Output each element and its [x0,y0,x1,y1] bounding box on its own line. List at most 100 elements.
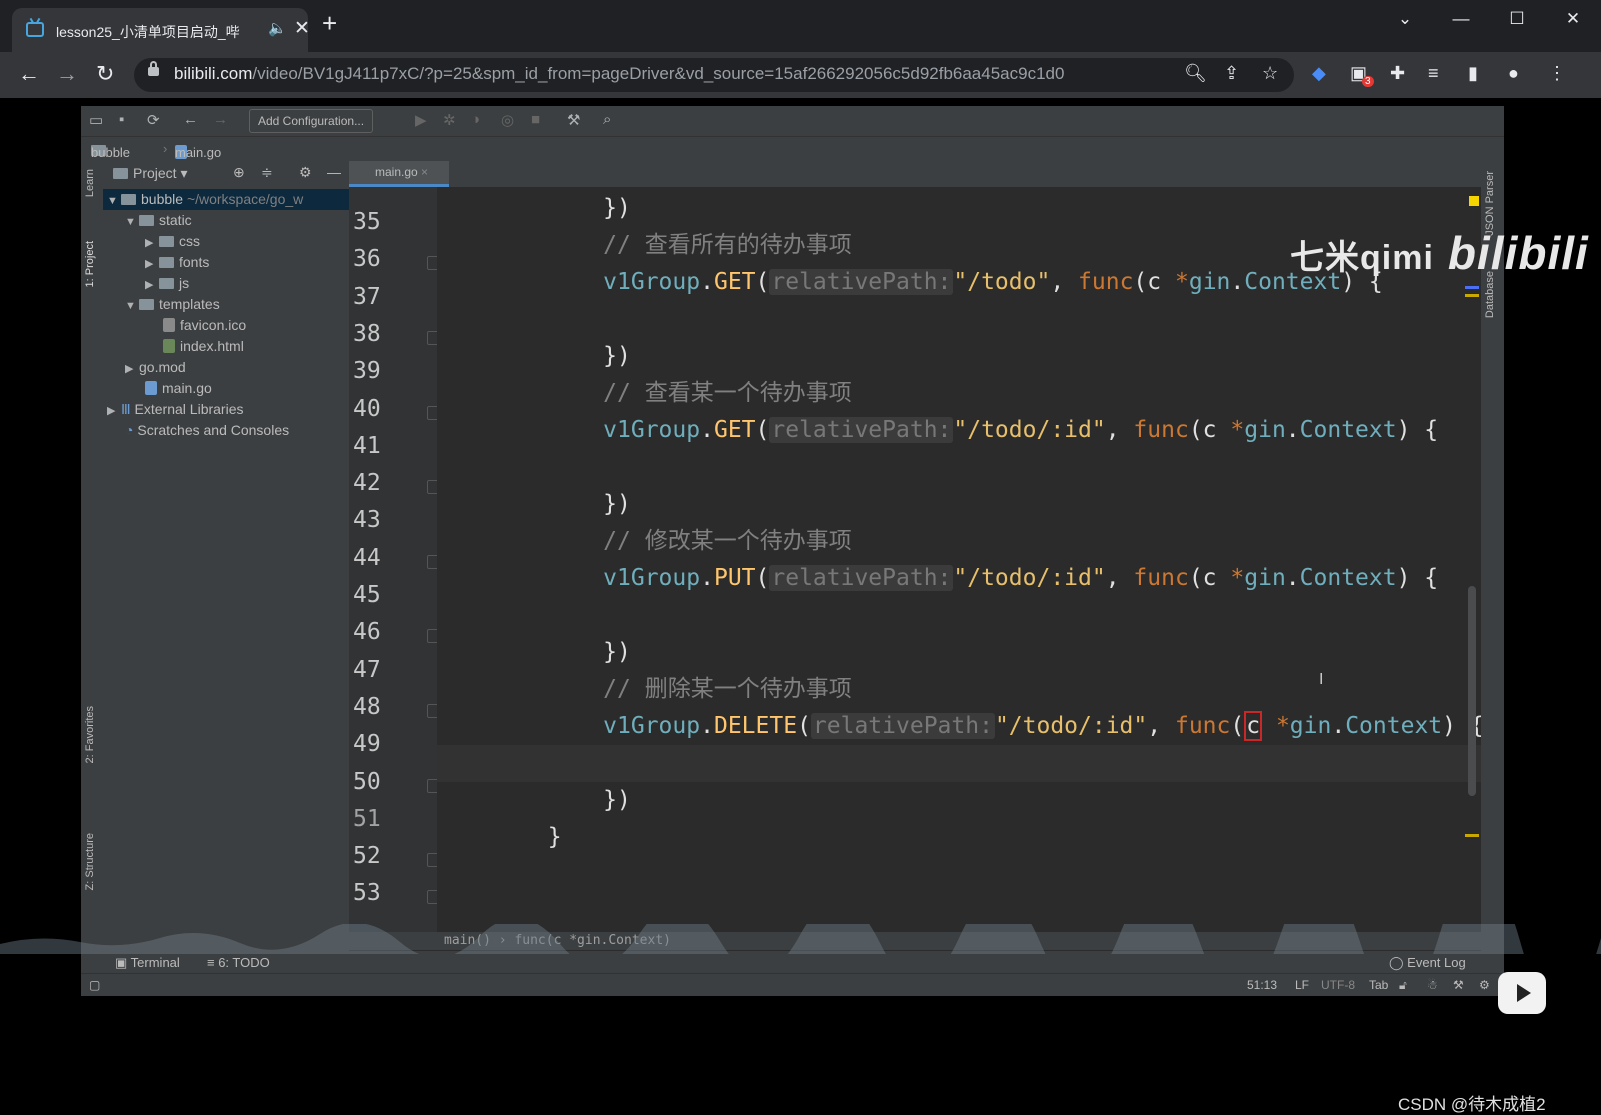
speaker-icon[interactable]: 🔈 [268,19,287,37]
wrench-icon[interactable]: ⚒ [567,111,580,129]
uploader-watermark: 七米qimi bilibili [1290,227,1589,279]
hide-panel-icon[interactable]: — [327,164,341,180]
tree-item-fonts[interactable]: ▶ fonts [103,252,209,273]
code-line: }) [603,787,631,813]
new-tab-button[interactable]: + [322,10,337,36]
line-separator[interactable]: LF [1295,978,1309,992]
tool-favorites[interactable]: 2: Favorites [84,706,96,763]
bookmark-star-icon[interactable]: ☆ [1262,63,1278,84]
tool-project[interactable]: 1: Project [84,241,96,287]
stop-icon[interactable]: ■ [531,111,540,128]
memory-indicator-icon[interactable]: ⚙ [1479,978,1490,992]
browser-toolbar: ← → ↻ bilibili.com/video/BV1gJ411p7xC/?p… [0,52,1601,98]
bilibili-tv-play-icon[interactable] [1498,972,1546,1014]
profile-avatar-icon[interactable]: ● [1508,63,1519,84]
side-panel-icon[interactable]: ▮ [1468,63,1478,84]
tab-search-icon[interactable]: ⌄ [1377,0,1433,40]
editor-scrollbar[interactable] [1468,586,1476,796]
tree-item-main-go[interactable]: main.go [103,378,212,399]
media-list-icon[interactable]: ≡ [1428,63,1439,84]
line-number: 41 [353,432,381,459]
tree-item-static[interactable]: ▼ static [103,210,192,231]
settings-wrench-icon[interactable]: ⚒ [1453,978,1464,992]
tree-item-css[interactable]: ▶ css [103,231,200,252]
folder-icon [159,236,174,247]
tree-item-bubble[interactable]: ▼ bubble ~/workspace/go_w [103,189,353,210]
tree-item-js[interactable]: ▶ js [103,273,189,294]
tree-item-scratches[interactable]: ◔ Scratches and Consoles [103,420,289,441]
search-icon[interactable]: ⌕ [603,111,611,128]
terminal-tab[interactable]: ▣ Terminal [115,955,180,971]
extensions-puzzle-icon[interactable]: ✚ [1390,63,1405,84]
line-number: 44 [353,544,381,571]
expanded-arrow-icon: ▼ [125,300,136,312]
coverage-icon[interactable]: ◑ [471,111,480,128]
folder-icon [139,215,154,226]
line-number: 46 [353,619,381,646]
close-tab-icon[interactable]: ✕ [294,17,310,40]
breadcrumb: bubble › main.go [81,137,1504,161]
run-icon[interactable]: ▶ [415,111,427,129]
editor-tab-main-go[interactable]: main.go × [349,161,449,187]
collapse-all-icon[interactable]: ≑ [261,164,273,181]
back-icon[interactable]: ← [18,61,40,87]
file-encoding[interactable]: UTF-8 [1321,978,1355,992]
line-number: 43 [353,507,381,534]
ide-toolbar: ▭ ▪ ⟳ ← → Add Configuration... ▶ ✲ ◑ ◎ ■… [81,106,1504,137]
close-window-button[interactable]: ✕ [1545,0,1601,40]
tool-structure[interactable]: Z: Structure [84,833,96,890]
code-line: v1Group.GET(relativePath:"/todo/:id", fu… [603,417,1439,443]
forward-icon[interactable]: → [56,61,78,87]
extension-badge: 3 [1362,76,1374,87]
bottom-tool-bar: ▣ Terminal ≡ 6: TODO ◯ Event Log [81,951,1504,973]
address-bar[interactable]: bilibili.com/video/BV1gJ411p7xC/?p=25&sp… [134,58,1294,92]
close-tab-icon[interactable]: × [421,165,428,179]
scroll-mark [1465,834,1479,837]
project-panel: Project ▾ ⊕ ≑ ⚙ — ▼ bubble ~/workspace/go… [103,161,353,971]
locate-icon[interactable]: ⊕ [233,164,245,181]
settings-gear-icon[interactable]: ⚙ [299,164,312,181]
nav-back-icon[interactable]: ← [183,111,198,128]
toggle-tool-windows-icon[interactable]: ▢ [89,978,100,992]
expanded-arrow-icon: ▼ [107,195,118,207]
tree-item-index-html[interactable]: index.html [103,336,244,357]
code-line: }) [603,639,631,665]
video-player[interactable]: ▭ ▪ ⟳ ← → Add Configuration... ▶ ✲ ◑ ◎ ■… [0,98,1601,1114]
profile-icon[interactable]: ◎ [501,111,514,129]
bilibili-favicon-icon [26,22,44,37]
zoom-icon[interactable]: 🔍︎ [1184,63,1207,84]
share-icon[interactable]: ⇪ [1224,63,1239,84]
inspection-status-marker[interactable] [1469,196,1479,206]
tree-item-templates[interactable]: ▼ templates [103,294,220,315]
caret-position[interactable]: 51:13 [1247,978,1277,992]
lock-icon[interactable] [148,61,159,76]
sync-icon[interactable]: ⟳ [147,111,160,129]
tree-item-go-mod[interactable]: ▶ go.mod [103,357,186,378]
lock-icon[interactable]: 🔓︎ [1399,978,1407,993]
browser-tab[interactable]: lesson25_小清单项目启动_哔 🔈 ✕ [12,8,310,52]
event-log-tab[interactable]: ◯ Event Log [1389,955,1466,971]
minimize-button[interactable]: — [1433,0,1489,40]
open-folder-icon[interactable]: ▭ [89,111,103,129]
tree-item-external-libraries[interactable]: ▶ Ⅲ External Libraries [103,399,243,420]
add-configuration-button[interactable]: Add Configuration... [249,109,374,133]
debug-icon[interactable]: ✲ [443,111,456,129]
maximize-button[interactable]: ☐ [1489,0,1545,40]
tree-item-favicon[interactable]: favicon.ico [103,315,246,336]
project-view-selector[interactable]: Project ▾ [113,165,188,182]
line-number: 39 [353,358,381,385]
tool-learn[interactable]: Learn [84,169,96,197]
indent-setting[interactable]: Tab [1369,978,1388,992]
nav-forward-icon[interactable]: → [213,111,228,128]
list-icon: ≡ [207,955,219,970]
inspector-icon[interactable]: ☃ [1427,978,1438,992]
library-icon: Ⅲ [121,401,135,417]
code-editor[interactable]: }) // 查看所有的待办事项 v1Group.GET(relativePath… [437,187,1481,932]
menu-kebab-icon[interactable]: ⋮ [1548,63,1566,84]
save-icon[interactable]: ▪ [119,111,124,128]
extension-shield-icon[interactable]: ◆ [1312,63,1326,84]
reload-icon[interactable]: ↻ [96,61,114,87]
todo-tab[interactable]: ≡ 6: TODO [207,955,270,970]
line-number: 38 [353,320,381,347]
project-header: Project ▾ ⊕ ≑ ⚙ — [103,161,349,187]
